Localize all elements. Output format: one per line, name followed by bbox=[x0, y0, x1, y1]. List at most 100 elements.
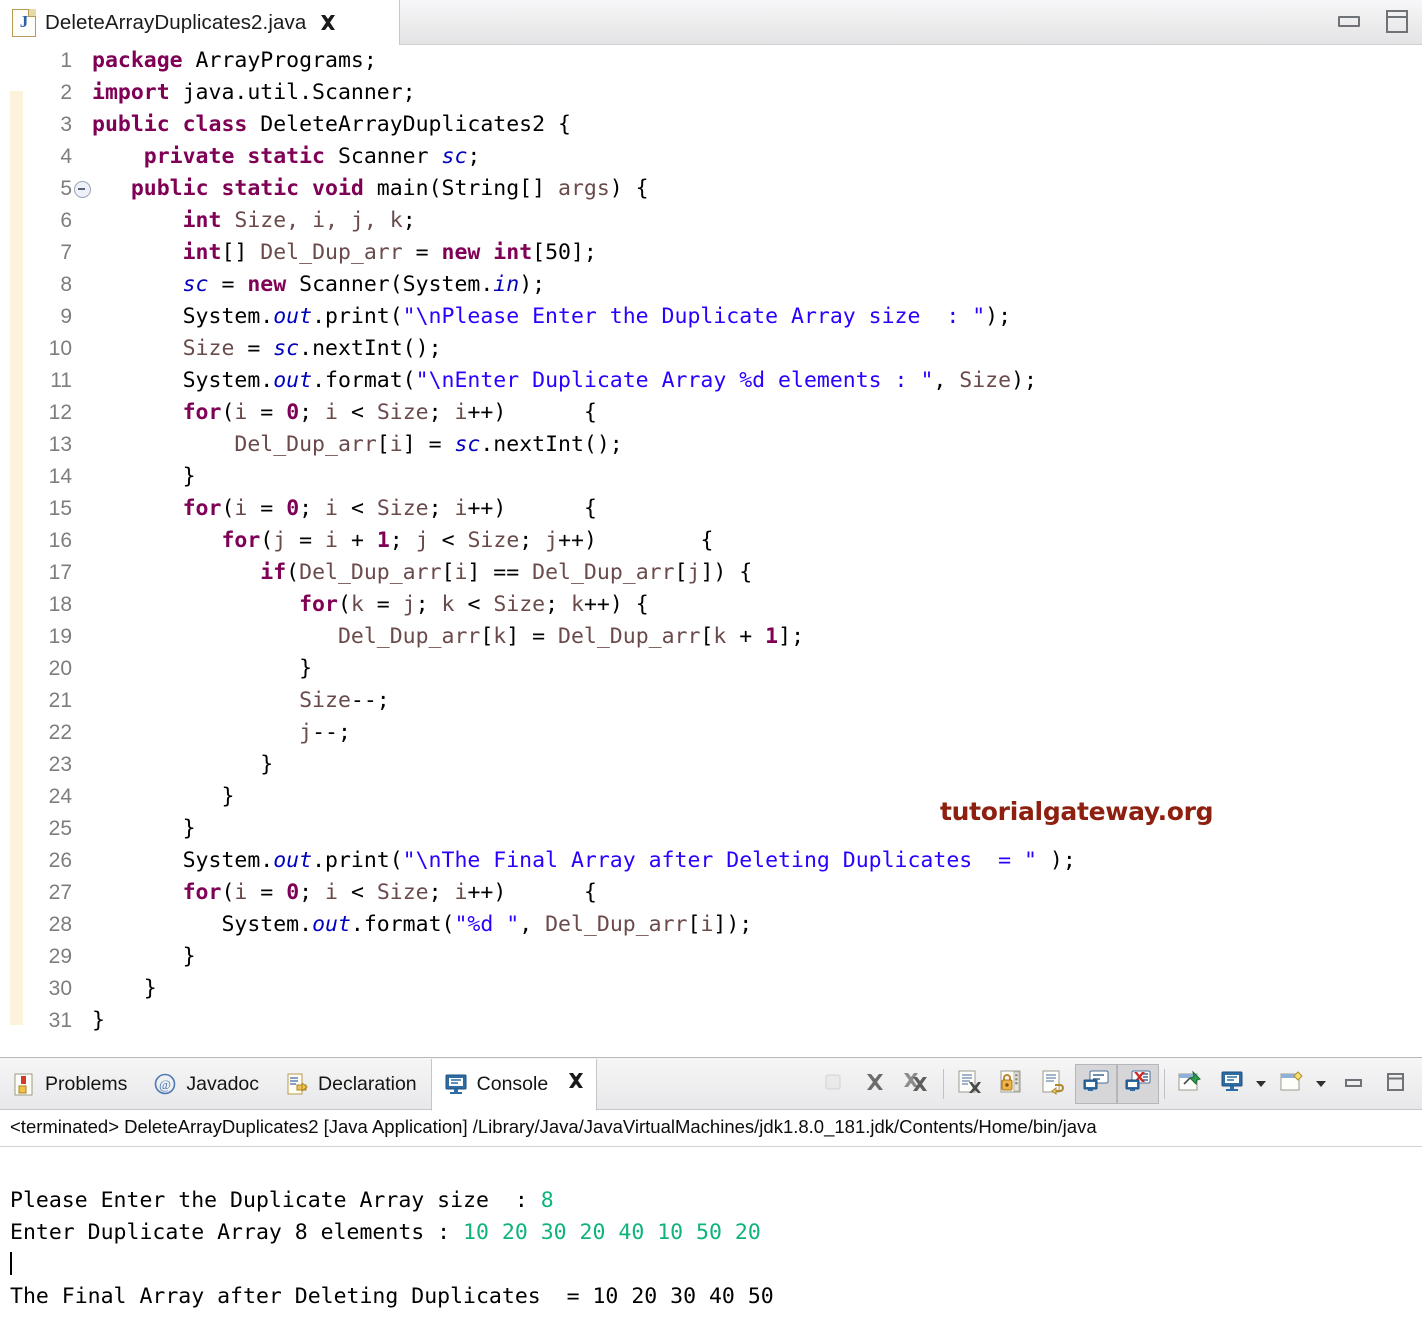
panel-tab-label: Problems bbox=[45, 1072, 128, 1095]
code-line[interactable]: 13 Del_Dup_arr[i] = sc.nextInt(); bbox=[0, 429, 1422, 461]
code-line[interactable]: 9 System.out.print("\nPlease Enter the D… bbox=[0, 301, 1422, 333]
source-code[interactable]: 1 package ArrayPrograms; 2 import java.util… bbox=[0, 45, 1422, 1055]
close-icon[interactable] bbox=[566, 1071, 586, 1097]
token-k: 0 bbox=[286, 880, 300, 905]
code-line[interactable]: 14 } bbox=[0, 461, 1422, 493]
token-k: if bbox=[260, 560, 287, 585]
token-fld: in bbox=[493, 272, 520, 297]
code-line[interactable]: 23 } bbox=[0, 749, 1422, 781]
token-lv: i bbox=[389, 432, 403, 457]
token-pl: ); bbox=[1036, 848, 1076, 873]
code-line[interactable]: 16 for(j = i + 1; j < Size; j++) { bbox=[0, 525, 1422, 557]
token-lv: Size bbox=[959, 368, 1012, 393]
code-line[interactable]: 18 for(k = j; k < Size; k++) { bbox=[0, 589, 1422, 621]
code-line[interactable]: 7 int[] Del_Dup_arr = new int[50]; bbox=[0, 237, 1422, 269]
maximize-panel-button[interactable] bbox=[1374, 1064, 1416, 1104]
line-number: 1 bbox=[60, 49, 72, 72]
java-file-icon: J bbox=[12, 8, 36, 37]
token-k: new int bbox=[441, 240, 533, 265]
code-line[interactable]: 10 Size = sc.nextInt(); bbox=[0, 333, 1422, 365]
code-line[interactable]: 30 } bbox=[0, 973, 1422, 1005]
token-lv: i bbox=[454, 496, 468, 521]
close-icon[interactable] bbox=[318, 13, 338, 33]
console-icon bbox=[444, 1072, 469, 1097]
display-selected-console-button[interactable] bbox=[1212, 1064, 1254, 1104]
minimize-panel-button[interactable] bbox=[1332, 1064, 1374, 1104]
code-line[interactable]: 21 Size--; bbox=[0, 685, 1422, 717]
token-lv: i bbox=[454, 560, 468, 585]
code-line[interactable]: 29 } bbox=[0, 941, 1422, 973]
token-pl: .format( bbox=[312, 368, 416, 393]
remove-launch-button[interactable] bbox=[854, 1064, 896, 1104]
code-text: Del_Dup_arr[i] = sc.nextInt(); bbox=[92, 429, 622, 461]
token-pl: ); bbox=[519, 272, 546, 297]
token-pl: [ bbox=[674, 560, 688, 585]
pin-console-button[interactable] bbox=[1170, 1064, 1212, 1104]
line-number: 29 bbox=[48, 945, 72, 968]
token-lv: Size bbox=[376, 400, 429, 425]
chevron-down-icon[interactable] bbox=[1256, 1081, 1266, 1087]
line-number: 25 bbox=[48, 817, 72, 840]
line-number: 17 bbox=[48, 561, 72, 584]
clear-console-button[interactable] bbox=[949, 1064, 991, 1104]
code-line[interactable]: 1 package ArrayPrograms; bbox=[0, 45, 1422, 77]
code-line[interactable]: 6 int Size, i, j, k; bbox=[0, 205, 1422, 237]
code-line[interactable]: 4 private static Scanner sc; bbox=[0, 141, 1422, 173]
token-pl: ; bbox=[519, 528, 546, 553]
show-console-on-error-button[interactable] bbox=[1117, 1064, 1159, 1104]
console-stdout-icon bbox=[1082, 1069, 1110, 1100]
minimize-icon[interactable] bbox=[1338, 16, 1360, 27]
editor-tab-delete-array-duplicates2[interactable]: J DeleteArrayDuplicates2.java bbox=[0, 0, 400, 45]
panel-tab-declaration[interactable]: Declaration bbox=[273, 1058, 431, 1110]
panel-tab-console[interactable]: Console bbox=[430, 1058, 598, 1111]
code-line[interactable]: 11 System.out.format("\nEnter Duplicate … bbox=[0, 365, 1422, 397]
open-console-button[interactable] bbox=[1272, 1064, 1314, 1104]
maximize-icon[interactable] bbox=[1386, 10, 1408, 33]
line-number: 23 bbox=[48, 753, 72, 776]
token-fld: sc bbox=[441, 144, 468, 169]
code-line[interactable]: 2 import java.util.Scanner; bbox=[0, 77, 1422, 109]
code-line[interactable]: 26 System.out.print("\nThe Final Array a… bbox=[0, 845, 1422, 877]
code-line[interactable]: 3 public class DeleteArrayDuplicates2 { bbox=[0, 109, 1422, 141]
token-str: "%d " bbox=[454, 912, 520, 937]
code-line[interactable]: 22 j--; bbox=[0, 717, 1422, 749]
token-pl: ]) { bbox=[700, 560, 753, 585]
token-fld: sc bbox=[454, 432, 481, 457]
panel-tab-problems[interactable]: Problems bbox=[0, 1058, 141, 1110]
line-number: 31 bbox=[48, 1009, 72, 1032]
word-wrap-button[interactable] bbox=[1033, 1064, 1075, 1104]
code-line[interactable]: 27 for(i = 0; i < Size; i++) { bbox=[0, 877, 1422, 909]
console-output[interactable]: Please Enter the Duplicate Array size : … bbox=[0, 1147, 1422, 1342]
token-pl: ; bbox=[299, 496, 326, 521]
code-line[interactable]: 8 sc = new Scanner(System.in); bbox=[0, 269, 1422, 301]
code-editor[interactable]: 1 package ArrayPrograms; 2 import java.util… bbox=[0, 45, 1422, 1055]
code-line[interactable]: 12 for(i = 0; i < Size; i++) { bbox=[0, 397, 1422, 429]
code-text: for(k = j; k < Size; k++) { bbox=[92, 589, 649, 621]
console-result: The Final Array after Deleting Duplicate… bbox=[10, 1284, 774, 1309]
token-pl: [ bbox=[376, 432, 390, 457]
token-pl: ++) { bbox=[558, 528, 714, 553]
code-line[interactable]: 5 public static void main(String[] args)… bbox=[0, 173, 1422, 205]
code-line[interactable]: 31} bbox=[0, 1005, 1422, 1037]
panel-tab-javadoc[interactable]: @ Javadoc bbox=[141, 1058, 273, 1110]
editor-tab-label: DeleteArrayDuplicates2.java bbox=[45, 10, 307, 34]
token-pl: } bbox=[92, 976, 157, 1001]
code-text: } bbox=[92, 973, 157, 1005]
chevron-down-icon[interactable] bbox=[1316, 1081, 1326, 1087]
code-line[interactable]: 19 Del_Dup_arr[k] = Del_Dup_arr[k + 1]; bbox=[0, 621, 1422, 653]
token-pl: .print( bbox=[312, 848, 403, 873]
code-line[interactable]: 28 System.out.format("%d ", Del_Dup_arr[… bbox=[0, 909, 1422, 941]
code-text: } bbox=[92, 781, 234, 813]
code-line[interactable]: 20 } bbox=[0, 653, 1422, 685]
scroll-lock-button[interactable] bbox=[991, 1064, 1033, 1104]
code-line[interactable]: 15 for(i = 0; i < Size; i++) { bbox=[0, 493, 1422, 525]
code-line[interactable]: 17 if(Del_Dup_arr[i] == Del_Dup_arr[j]) … bbox=[0, 557, 1422, 589]
panel-tab-label: Declaration bbox=[318, 1072, 417, 1095]
code-text: for(i = 0; i < Size; i++) { bbox=[92, 397, 597, 429]
show-console-on-output-button[interactable] bbox=[1075, 1064, 1117, 1104]
remove-all-launches-button[interactable] bbox=[896, 1064, 938, 1104]
javadoc-icon: @ bbox=[153, 1072, 178, 1097]
